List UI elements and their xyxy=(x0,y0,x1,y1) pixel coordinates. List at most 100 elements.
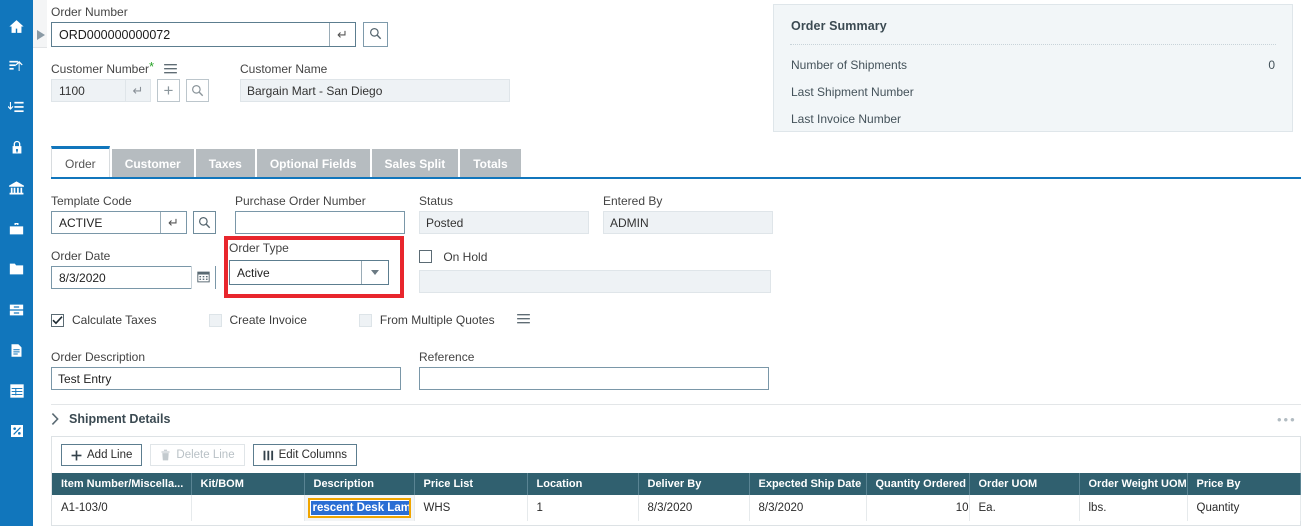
order-summary-divider xyxy=(790,44,1276,45)
cell-order-weight-uom[interactable]: lbs. xyxy=(1079,495,1188,521)
order-type-value: Active xyxy=(237,265,270,280)
template-code-search-button[interactable] xyxy=(193,211,216,234)
columns-icon xyxy=(263,450,274,461)
sidebar-item-folder[interactable] xyxy=(0,249,33,290)
order-type-dropdown-button[interactable] xyxy=(361,261,388,284)
order-number-value: ORD000000000072 xyxy=(59,27,171,42)
tab-bar-underline xyxy=(51,177,1301,179)
cell-item-number[interactable]: A1-103/0 xyxy=(52,495,192,521)
add-line-button[interactable]: Add Line xyxy=(61,444,143,466)
col-kit-bom[interactable]: Kit/BOM xyxy=(191,473,305,495)
create-invoice-checkbox[interactable] xyxy=(208,313,222,327)
cell-order-uom[interactable]: Ea. xyxy=(969,495,1080,521)
cell-price-by[interactable]: Quantity xyxy=(1187,495,1301,521)
grid-toolbar: Add Line Delete Line Edit Columns xyxy=(52,437,1300,473)
cell-price-list[interactable]: WHS xyxy=(414,495,528,521)
col-order-uom[interactable]: Order UOM xyxy=(969,473,1080,495)
sidebar-item-briefcase[interactable] xyxy=(0,209,33,250)
order-description-label: Order Description xyxy=(51,350,146,364)
order-date-value: 8/3/2020 xyxy=(59,270,106,285)
description-editor[interactable]: rescent Desk Lamp xyxy=(307,498,411,518)
sidebar-item-archive[interactable] xyxy=(0,290,33,331)
customer-number-input[interactable]: 1100 ↵ xyxy=(51,79,151,102)
collapse-arrow-icon[interactable] xyxy=(37,30,45,40)
tab-optional-fields[interactable]: Optional Fields xyxy=(256,149,370,178)
order-type-dropdown[interactable]: Active xyxy=(229,260,389,285)
sidebar-item-table[interactable] xyxy=(0,371,33,412)
customer-name-input[interactable]: Bargain Mart - San Diego xyxy=(240,79,510,102)
calculate-taxes-checkbox[interactable] xyxy=(51,313,64,327)
hamburger-menu-icon[interactable] xyxy=(164,64,178,74)
customer-number-enter-button[interactable]: ↵ xyxy=(125,80,150,101)
from-multiple-quotes-checkbox[interactable] xyxy=(358,313,372,327)
order-description-input[interactable]: Test Entry xyxy=(51,367,401,390)
order-flags-row: Calculate Taxes Create Invoice From Mult… xyxy=(51,313,530,327)
on-hold-checkbox[interactable] xyxy=(419,250,432,263)
ellipsis-icon[interactable]: ••• xyxy=(1277,413,1297,426)
tab-customer[interactable]: Customer xyxy=(111,149,194,178)
archive-icon xyxy=(8,302,25,318)
table-row[interactable]: A1-103/0 rescent Desk Lamp WHS 1 8/3/202… xyxy=(52,495,1301,521)
order-number-search-button[interactable] xyxy=(363,22,388,47)
sidebar-item-home[interactable] xyxy=(0,6,33,47)
col-expected-ship-date[interactable]: Expected Ship Date xyxy=(749,473,867,495)
shipment-details-title: Shipment Details xyxy=(69,412,171,426)
customer-number-value: 1100 xyxy=(59,83,85,98)
tab-order[interactable]: Order xyxy=(51,146,110,178)
sort-ascending-icon xyxy=(8,58,25,75)
col-price-list[interactable]: Price List xyxy=(414,473,528,495)
edit-columns-button[interactable]: Edit Columns xyxy=(252,444,357,466)
sidebar-item-list-insert[interactable] xyxy=(0,87,33,128)
col-description[interactable]: Description xyxy=(304,473,415,495)
cell-deliver-by[interactable]: 8/3/2020 xyxy=(638,495,750,521)
order-type-label: Order Type xyxy=(229,241,289,255)
check-icon xyxy=(52,315,63,325)
col-price-by[interactable]: Price By xyxy=(1187,473,1301,495)
briefcase-icon xyxy=(8,221,25,237)
cell-kit-bom[interactable] xyxy=(191,495,305,521)
bank-icon xyxy=(8,180,25,197)
quotes-menu-button[interactable] xyxy=(516,313,530,327)
customer-field-group: Customer Number* 1100 ↵ + Customer Name … xyxy=(51,59,510,102)
customer-add-button[interactable]: + xyxy=(157,79,180,102)
search-icon xyxy=(191,84,204,97)
col-quantity-ordered[interactable]: Quantity Ordered xyxy=(866,473,970,495)
entered-by-group: Entered By ADMIN xyxy=(603,194,773,234)
customer-name-value: Bargain Mart - San Diego xyxy=(247,83,383,98)
order-number-input[interactable]: ORD000000000072 ↵ xyxy=(51,22,356,47)
tab-sales-split[interactable]: Sales Split xyxy=(371,149,459,178)
cell-location[interactable]: 1 xyxy=(527,495,639,521)
calculate-taxes-label: Calculate Taxes xyxy=(72,313,157,327)
template-code-input[interactable]: ACTIVE ↵ xyxy=(51,211,187,234)
sidebar-item-sort-ascending[interactable] xyxy=(0,47,33,88)
template-code-enter-button[interactable]: ↵ xyxy=(160,212,186,233)
tab-totals[interactable]: Totals xyxy=(460,149,521,178)
nav-collapse-panel xyxy=(33,0,48,48)
col-location[interactable]: Location xyxy=(527,473,639,495)
cell-expected-ship-date[interactable]: 8/3/2020 xyxy=(749,495,867,521)
plus-icon xyxy=(71,450,82,461)
sidebar-item-percent[interactable] xyxy=(0,411,33,452)
shipment-details-header[interactable]: Shipment Details xyxy=(51,412,170,426)
sidebar-item-bank[interactable] xyxy=(0,168,33,209)
purchase-order-number-group: Purchase Order Number xyxy=(235,194,405,234)
enter-key-icon: ↵ xyxy=(337,27,348,42)
shipment-details-grid: Add Line Delete Line Edit Columns Item N… xyxy=(51,436,1301,526)
col-order-weight-uom[interactable]: Order Weight UOM xyxy=(1079,473,1188,495)
reference-input[interactable] xyxy=(419,367,769,390)
cell-description[interactable]: rescent Desk Lamp xyxy=(304,495,415,521)
on-hold-group: On Hold xyxy=(419,250,487,264)
order-date-input[interactable]: 8/3/2020 xyxy=(51,266,216,289)
customer-search-button[interactable] xyxy=(186,79,209,102)
sidebar-item-lock[interactable] xyxy=(0,128,33,169)
col-item-number[interactable]: Item Number/Miscella... xyxy=(52,473,192,495)
col-deliver-by[interactable]: Deliver By xyxy=(638,473,750,495)
order-number-enter-button[interactable]: ↵ xyxy=(329,23,355,46)
order-date-calendar-button[interactable] xyxy=(191,266,215,289)
delete-line-button: Delete Line xyxy=(150,444,245,466)
purchase-order-number-input[interactable] xyxy=(235,211,405,234)
required-marker: * xyxy=(149,59,155,74)
tab-taxes[interactable]: Taxes xyxy=(195,149,255,178)
cell-quantity-ordered[interactable]: 10 xyxy=(866,495,970,521)
sidebar-item-document[interactable] xyxy=(0,330,33,371)
